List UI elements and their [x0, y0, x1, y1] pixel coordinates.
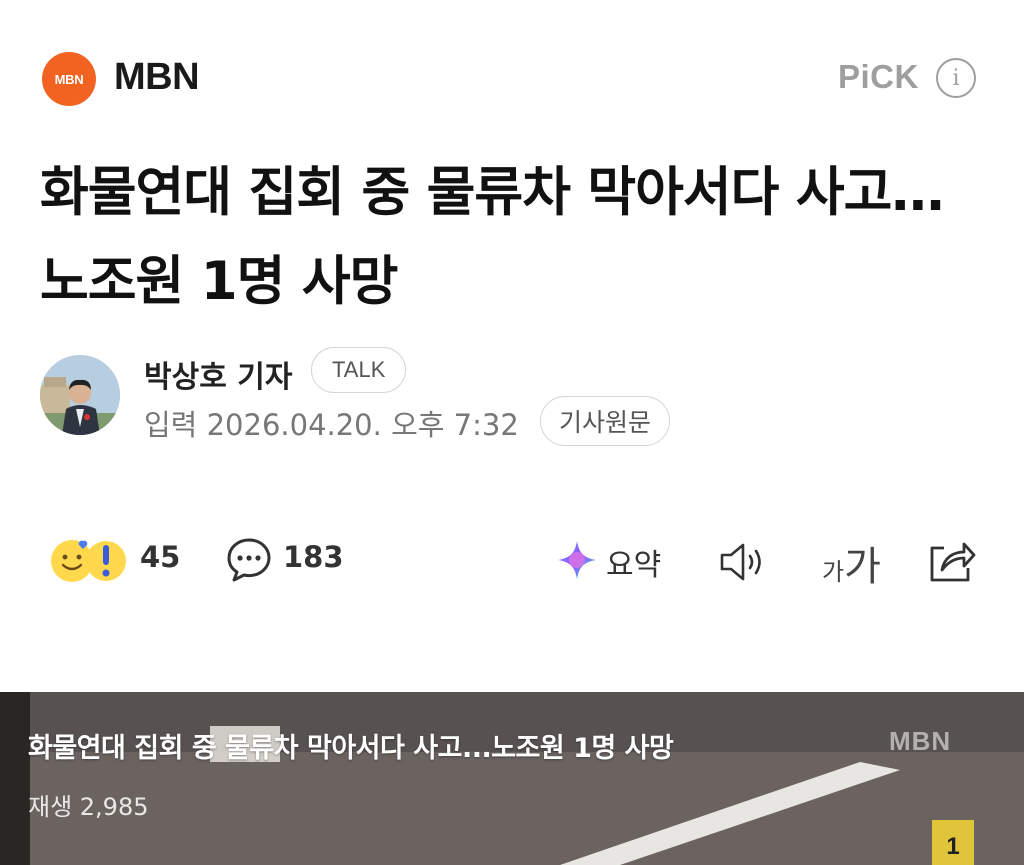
video-watermark: MBN	[889, 726, 952, 756]
reaction-count: 45	[140, 540, 181, 574]
comment-count[interactable]: 183	[283, 540, 344, 574]
article-headline: 화물연대 집회 중 물류차 막아서다 사고…노조원 1명 사망	[40, 162, 944, 312]
summary-button[interactable]: 요약	[606, 540, 661, 584]
original-article-button[interactable]: 기사원문	[540, 396, 671, 446]
share-icon[interactable]	[926, 536, 978, 586]
publish-date-value: 2026.04.20. 오후 7:32	[206, 408, 519, 442]
reporter-name[interactable]: 박상호 기자	[144, 352, 292, 396]
speaker-icon[interactable]	[718, 538, 770, 586]
reaction-emoji-icon	[51, 540, 126, 582]
video-player[interactable]: 1	[0, 692, 1024, 865]
comment-icon[interactable]	[225, 535, 273, 583]
video-thumbnail: 1	[0, 692, 1024, 865]
press-name[interactable]: MBN	[114, 56, 200, 99]
video-title[interactable]: 화물연대 집회 중 물류차 막아서다 사고...노조원 1명 사망	[28, 726, 674, 765]
article-page: MBN MBN PiCK i 화물연대 집회 중 물류차 막아서다 사고…노조원…	[0, 0, 1024, 865]
font-size-large-glyph: 가	[844, 544, 881, 590]
talk-button[interactable]: TALK	[311, 347, 407, 393]
ai-summary-icon[interactable]	[556, 539, 598, 581]
play-count: 재생 2,985	[28, 793, 149, 821]
press-logo[interactable]: MBN	[42, 52, 96, 106]
info-icon[interactable]: i	[936, 58, 976, 98]
reporter-avatar[interactable]	[40, 355, 120, 435]
publish-date-label: 입력	[144, 408, 198, 442]
font-size-button[interactable]: 가가	[822, 534, 881, 592]
font-size-small-glyph: 가	[822, 558, 845, 586]
evidence-marker: 1	[946, 833, 959, 860]
reaction-button[interactable]	[46, 533, 130, 585]
publish-date: 입력 2026.04.20. 오후 7:32	[144, 402, 519, 444]
pick-label: PiCK	[838, 58, 919, 95]
press-header: MBN MBN PiCK i	[0, 0, 1024, 150]
